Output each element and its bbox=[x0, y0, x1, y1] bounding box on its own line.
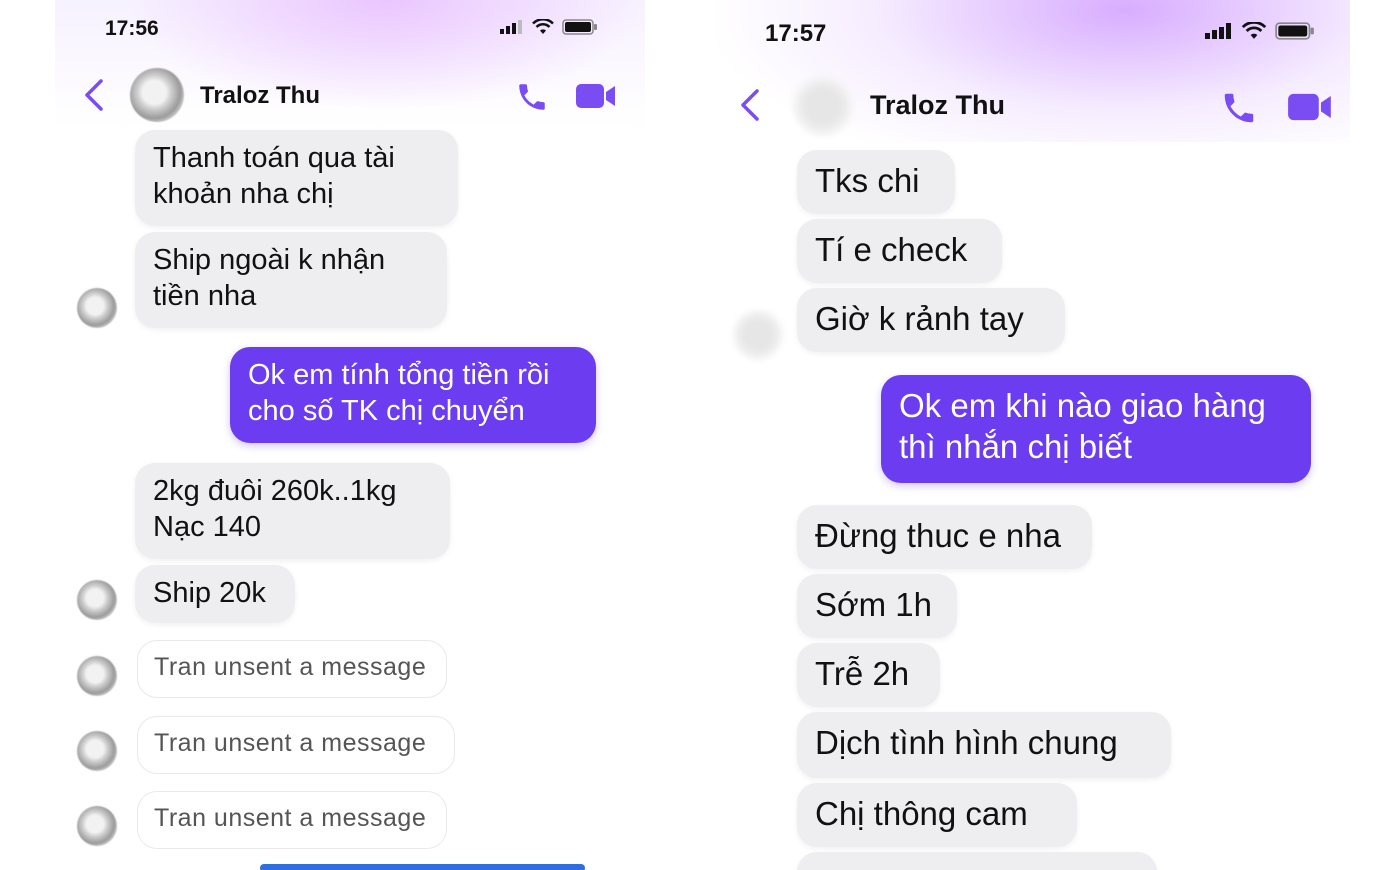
contact-avatar[interactable] bbox=[793, 76, 853, 136]
contact-avatar[interactable] bbox=[130, 68, 184, 122]
wifi-icon bbox=[1241, 22, 1267, 39]
contact-name[interactable]: Traloz Thu bbox=[870, 90, 1005, 121]
signal-icon bbox=[500, 20, 522, 34]
message-bubble-incoming[interactable]: 2kg đuôi 260k..1kg Nạc 140 bbox=[135, 463, 450, 559]
phone-icon[interactable] bbox=[515, 80, 549, 114]
video-camera-icon[interactable] bbox=[1287, 92, 1333, 122]
battery-icon bbox=[1275, 22, 1314, 40]
back-arrow-icon[interactable] bbox=[81, 78, 107, 112]
status-icons bbox=[500, 19, 598, 35]
sender-avatar[interactable] bbox=[77, 656, 117, 696]
sender-avatar[interactable] bbox=[77, 288, 117, 328]
message-bubble-incoming[interactable]: Thanh toán qua tài khoản nha chị bbox=[135, 130, 458, 226]
back-arrow-icon[interactable] bbox=[737, 88, 763, 122]
message-bubble-incoming[interactable]: Giờ k rảnh tay bbox=[797, 288, 1065, 352]
unsent-message-notice: Tran unsent a message bbox=[137, 716, 455, 774]
message-bubble-incoming[interactable]: Trễ 2h bbox=[797, 643, 940, 707]
signal-icon bbox=[1205, 23, 1231, 39]
sender-avatar[interactable] bbox=[77, 731, 117, 771]
message-bubble-incoming-partial[interactable] bbox=[797, 852, 1157, 870]
sender-avatar[interactable] bbox=[77, 806, 117, 846]
status-time: 17:57 bbox=[765, 20, 827, 47]
message-bubble-incoming[interactable]: Ship ngoài k nhận tiền nha bbox=[135, 232, 447, 328]
unsent-message-notice: Tran unsent a message bbox=[137, 791, 447, 849]
status-icons bbox=[1205, 22, 1315, 40]
message-bubble-incoming[interactable]: Tí e check bbox=[797, 219, 1002, 283]
phone-screenshot-left: 17:56 Traloz Thu Thanh toán qua tài khoả… bbox=[55, 0, 645, 870]
sender-avatar[interactable] bbox=[733, 310, 783, 360]
phone-icon[interactable] bbox=[1220, 89, 1258, 127]
message-bubble-incoming[interactable]: Sớm 1h bbox=[797, 574, 957, 638]
message-bubble-outgoing[interactable]: Ok em tính tổng tiền rồi cho số TK chị c… bbox=[230, 347, 596, 443]
unsent-message-notice: Tran unsent a message bbox=[137, 640, 447, 698]
message-bubble-incoming[interactable]: Dịch tình hình chung bbox=[797, 712, 1171, 778]
status-time: 17:56 bbox=[105, 17, 159, 40]
battery-icon bbox=[562, 19, 597, 35]
message-bubble-incoming[interactable]: Chị thông cam bbox=[797, 783, 1077, 847]
sender-avatar[interactable] bbox=[77, 580, 117, 620]
outgoing-bubble-edge bbox=[260, 864, 585, 870]
contact-name[interactable]: Traloz Thu bbox=[200, 82, 320, 110]
message-bubble-incoming[interactable]: Đừng thuc e nha bbox=[797, 505, 1092, 569]
wifi-icon bbox=[532, 19, 554, 34]
message-bubble-incoming[interactable]: Tks chi bbox=[797, 150, 955, 214]
video-camera-icon[interactable] bbox=[575, 83, 617, 109]
phone-screenshot-right: 17:57 Traloz Thu Tks chi Tí e check Giờ … bbox=[715, 0, 1365, 870]
message-bubble-outgoing[interactable]: Ok em khi nào giao hàng thì nhắn chị biế… bbox=[881, 375, 1311, 483]
message-bubble-incoming[interactable]: Ship 20k bbox=[135, 565, 295, 623]
